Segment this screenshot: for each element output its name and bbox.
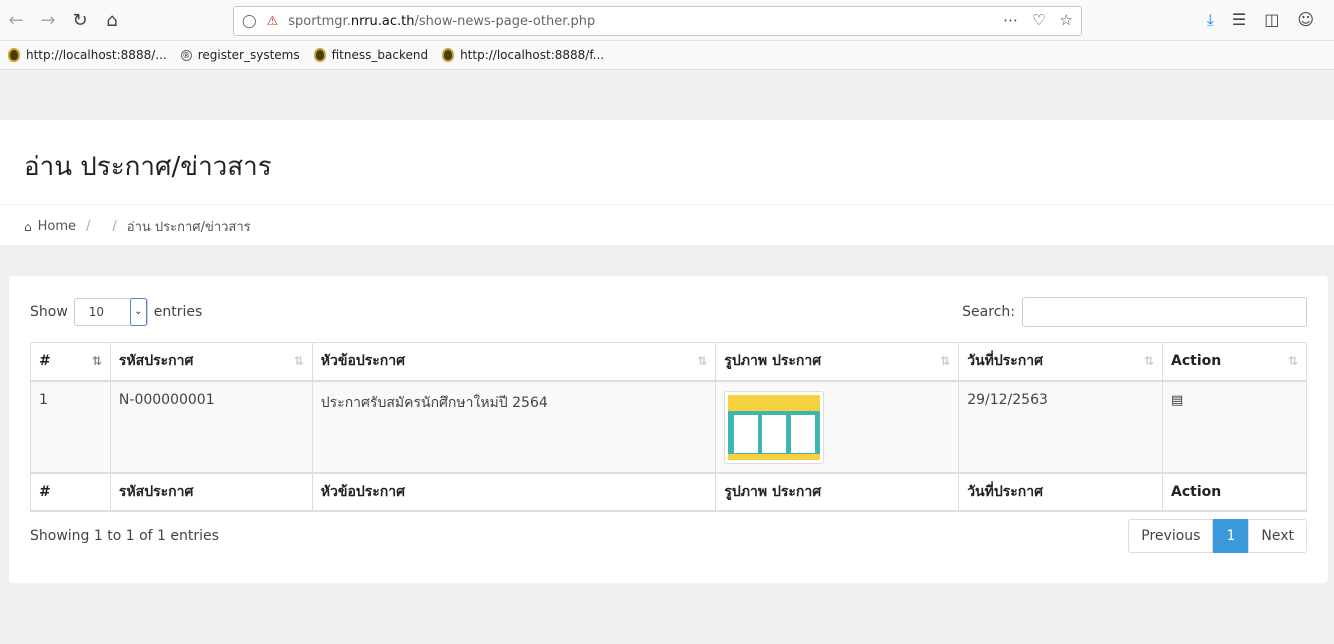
- nrru-logo-icon: [8, 48, 20, 62]
- show-label: Show: [30, 304, 68, 320]
- library-icon[interactable]: ☰: [1232, 10, 1246, 30]
- page-header: อ่าน ประกาศ/ข่าวสาร ⌂ Home / / อ่าน ประก…: [0, 120, 1334, 245]
- sort-icon[interactable]: ⇅: [1144, 354, 1154, 368]
- column-footer: Action: [1162, 471, 1307, 512]
- shield-icon[interactable]: ◯: [242, 14, 257, 29]
- news-title: ประกาศรับสมัครนักศึกษาใหม่ปี 2564: [311, 380, 717, 473]
- address-bar[interactable]: ◯ ⚠ sportmgr.nrru.ac.th/show-news-page-o…: [233, 6, 1082, 36]
- news-table: # ⇅ รหัสประกาศ ⇅ หัวข้อประกาศ ⇅ รูปภาพ ประก…: [30, 342, 1307, 512]
- breadcrumb-current: อ่าน ประกาศ/ข่าวสาร: [126, 220, 251, 235]
- column-header-label: รูปภาพ ประกาศ: [724, 353, 822, 370]
- back-icon[interactable]: ←: [0, 4, 32, 36]
- breadcrumb-separator: /: [112, 219, 117, 234]
- reload-icon[interactable]: ↻: [64, 4, 96, 36]
- sort-asc-icon[interactable]: ⇅: [92, 354, 102, 368]
- bookmark-item[interactable]: http://localhost:8888/f...: [442, 48, 604, 62]
- account-icon[interactable]: ☺: [1297, 10, 1314, 30]
- sort-icon[interactable]: ⇅: [940, 354, 950, 368]
- bookmark-label: http://localhost:8888/...: [26, 48, 167, 62]
- column-footer: วันที่ประกาศ: [958, 471, 1164, 512]
- sort-icon[interactable]: ⇅: [294, 354, 304, 368]
- news-code: N-000000001: [109, 380, 313, 473]
- page-length-select[interactable]: 10 ⌄: [73, 298, 148, 326]
- sort-icon[interactable]: ⇅: [697, 354, 707, 368]
- column-header[interactable]: Action ⇅: [1162, 342, 1307, 382]
- column-footer: หัวข้อประกาศ: [311, 471, 717, 512]
- registered-icon: ®: [180, 49, 192, 61]
- home-icon[interactable]: ⌂: [96, 4, 128, 36]
- nrru-logo-icon: [313, 48, 326, 62]
- header-divider: [0, 204, 1334, 205]
- table-header-row: # ⇅ รหัสประกาศ ⇅ หัวข้อประกาศ ⇅ รูปภาพ ประก…: [30, 342, 1307, 382]
- bookmarks-bar: http://localhost:8888/... ® register_syst…: [0, 41, 1334, 70]
- table-footer-row: # รหัสประกาศ หัวข้อประกาศ รูปภาพ ประกาศ …: [30, 471, 1307, 512]
- column-header[interactable]: หัวข้อประกาศ ⇅: [311, 342, 717, 382]
- nrru-logo-icon: [442, 48, 455, 62]
- breadcrumb-home-link[interactable]: Home: [38, 219, 76, 234]
- bookmark-star-icon[interactable]: ☆: [1060, 11, 1073, 29]
- sort-icon[interactable]: ⇅: [1288, 354, 1298, 368]
- column-header[interactable]: วันที่ประกาศ ⇅: [958, 342, 1164, 382]
- page-length-control: Show 10 ⌄ entries: [30, 298, 202, 326]
- column-header[interactable]: # ⇅: [30, 342, 111, 382]
- bookmark-label: register_systems: [197, 48, 300, 62]
- column-header-label: รหัสประกาศ: [118, 353, 194, 370]
- column-header-label: Action: [1171, 353, 1222, 370]
- column-header-label: #: [39, 353, 51, 370]
- page-actions-icon[interactable]: ⋯: [1003, 11, 1018, 29]
- bookmark-label: fitness_backend: [331, 48, 429, 62]
- download-icon[interactable]: ⤓: [1207, 10, 1214, 30]
- row-number: 1: [30, 380, 111, 473]
- page-title: อ่าน ประกาศ/ข่าวสาร: [24, 152, 272, 182]
- column-footer: #: [30, 471, 111, 512]
- page-length-value: 10: [88, 305, 105, 319]
- previous-button[interactable]: Previous: [1128, 519, 1214, 553]
- search-input[interactable]: [1022, 297, 1307, 327]
- insecure-lock-icon[interactable]: ⚠: [267, 14, 279, 29]
- next-button[interactable]: Next: [1248, 519, 1307, 553]
- column-header[interactable]: รูปภาพ ประกาศ ⇅: [715, 342, 960, 382]
- url-text: sportmgr.nrru.ac.th/show-news-page-other…: [288, 13, 596, 29]
- bookmark-label: http://localhost:8888/f...: [460, 48, 605, 62]
- bookmark-item[interactable]: ® register_systems: [180, 48, 300, 62]
- news-poster-image: [728, 394, 821, 460]
- action-cell: ▤: [1162, 380, 1307, 473]
- column-header-label: วันที่ประกาศ: [967, 353, 1043, 370]
- news-thumbnail[interactable]: [724, 390, 825, 464]
- view-news-icon[interactable]: ▤: [1171, 393, 1183, 408]
- breadcrumb: ⌂ Home / / อ่าน ประกาศ/ข่าวสาร: [24, 216, 251, 237]
- entries-label: entries: [153, 304, 203, 320]
- column-header-label: หัวข้อประกาศ: [320, 353, 405, 370]
- home-icon: ⌂: [24, 219, 32, 234]
- bookmark-item[interactable]: http://localhost:8888/...: [8, 48, 167, 62]
- search-label: Search:: [962, 304, 1015, 320]
- table-info: Showing 1 to 1 of 1 entries: [30, 528, 219, 544]
- page-1-button[interactable]: 1: [1213, 519, 1249, 553]
- bookmark-item[interactable]: fitness_backend: [313, 48, 429, 62]
- news-image-cell: [715, 380, 960, 473]
- forward-icon[interactable]: →: [32, 4, 64, 36]
- table-row: 1 N-000000001 ประกาศรับสมัครนักศึกษาใหม่…: [30, 380, 1307, 473]
- browser-toolbar: ← → ↻ ⌂ ◯ ⚠ sportmgr.nrru.ac.th/show-new…: [0, 0, 1334, 41]
- pocket-icon[interactable]: ♡: [1032, 11, 1045, 29]
- pagination: Previous 1 Next: [1128, 519, 1307, 553]
- column-header[interactable]: รหัสประกาศ ⇅: [109, 342, 313, 382]
- news-table-card: Show 10 ⌄ entries Search: # ⇅ รหัสประกาศ ⇅…: [9, 276, 1328, 583]
- column-footer: รูปภาพ ประกาศ: [715, 471, 960, 512]
- sidebar-icon[interactable]: ◫: [1264, 10, 1279, 30]
- search-control: Search:: [962, 297, 1307, 327]
- news-date: 29/12/2563: [958, 380, 1164, 473]
- chevron-down-icon[interactable]: ⌄: [129, 298, 147, 326]
- breadcrumb-separator: /: [86, 219, 91, 234]
- column-footer: รหัสประกาศ: [109, 471, 313, 512]
